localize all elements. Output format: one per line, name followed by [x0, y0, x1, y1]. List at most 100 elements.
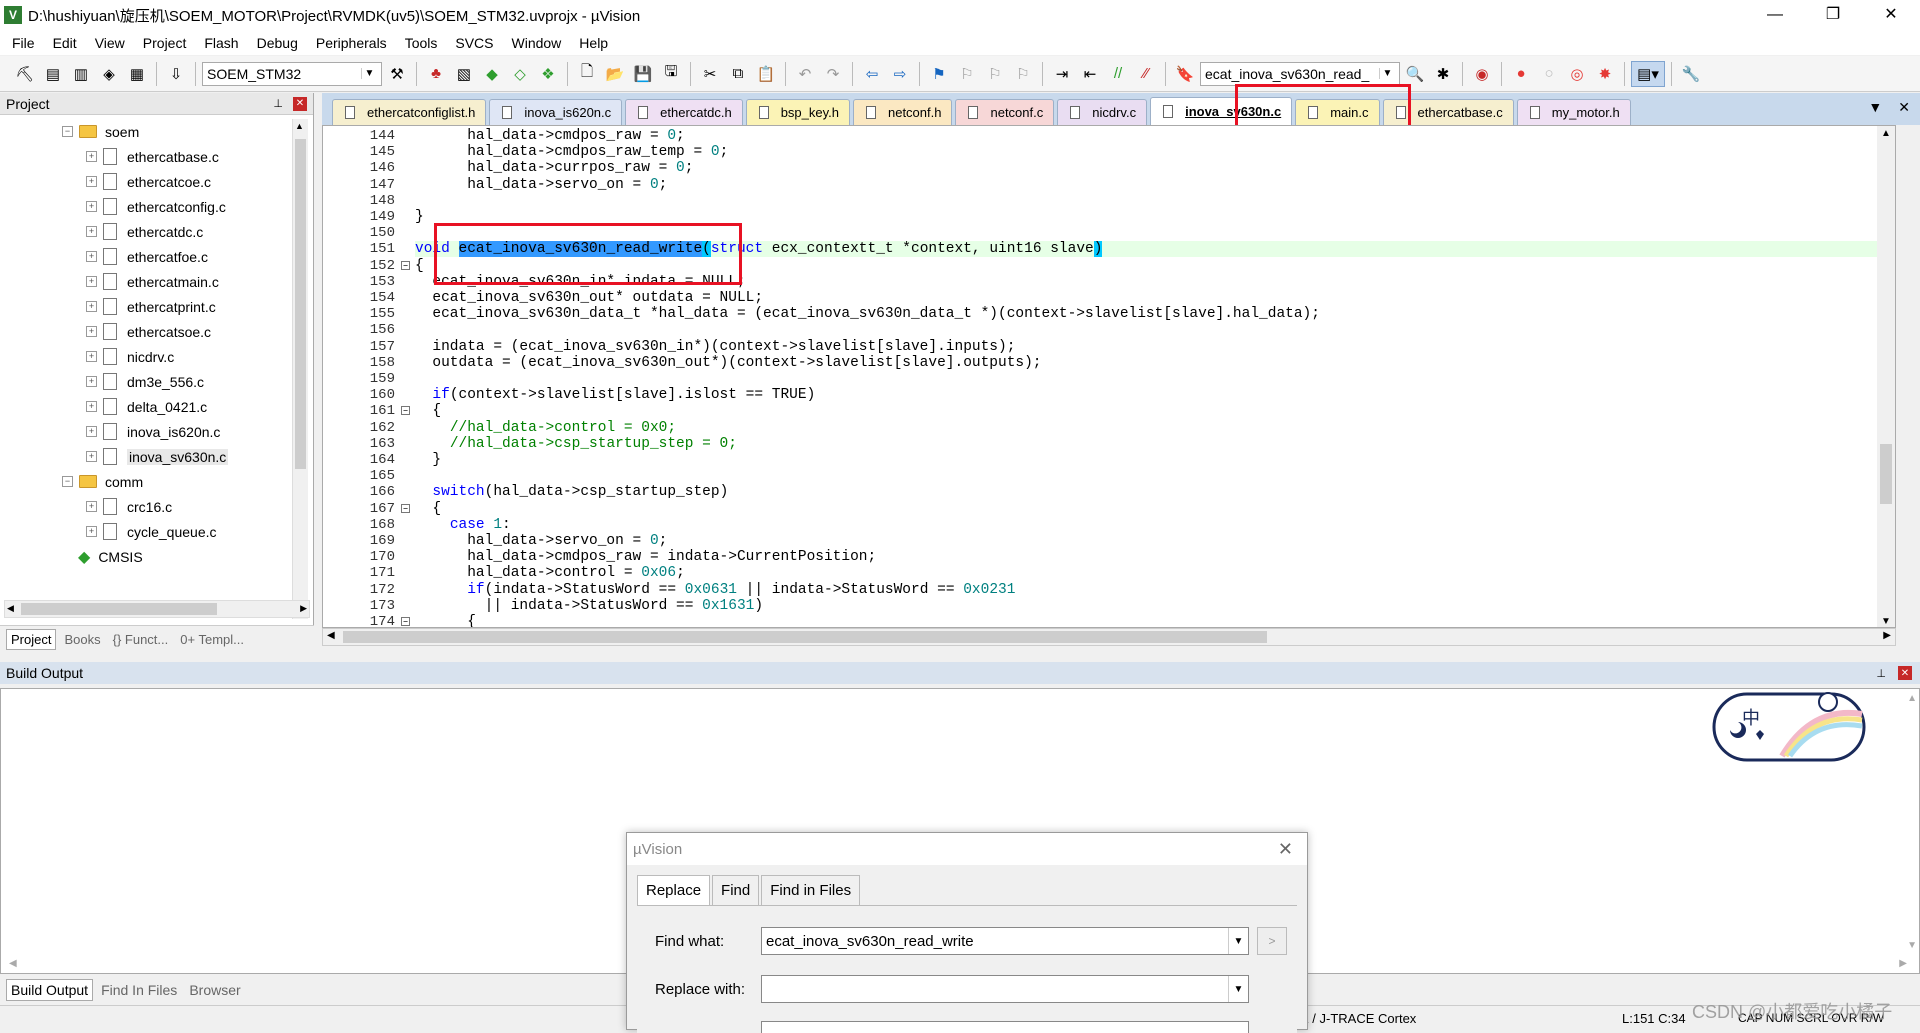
- panel-tab-1[interactable]: Books: [60, 630, 104, 649]
- menu-file[interactable]: File: [6, 35, 47, 51]
- clear-bookmarks-icon[interactable]: ⚐: [1010, 61, 1036, 87]
- stop-build-icon[interactable]: ▦: [124, 61, 150, 87]
- code-line[interactable]: {: [415, 258, 424, 274]
- tree-item-cmsis[interactable]: ◆ CMSIS: [0, 544, 290, 569]
- redo-icon[interactable]: ↷: [820, 61, 846, 87]
- copy-icon[interactable]: ⧉: [725, 61, 751, 87]
- collapse-icon[interactable]: −: [62, 476, 73, 487]
- close-icon[interactable]: ✕: [293, 96, 307, 111]
- tree-item-file[interactable]: + ethercatsoe.c: [0, 319, 290, 344]
- tree-item-file[interactable]: + ethercatconfig.c: [0, 194, 290, 219]
- editor-tab[interactable]: bsp_key.h: [745, 99, 850, 125]
- expand-icon[interactable]: +: [86, 276, 97, 287]
- tree-item-file[interactable]: + ethercatdc.c: [0, 219, 290, 244]
- menu-view[interactable]: View: [89, 35, 137, 51]
- tree-item-file[interactable]: + ethercatbase.c: [0, 144, 290, 169]
- tree-item-file[interactable]: + crc16.c: [0, 494, 290, 519]
- configure-icon[interactable]: 🔧: [1678, 61, 1704, 87]
- code-line[interactable]: //hal_data->csp_startup_step = 0;: [415, 436, 737, 452]
- code-line[interactable]: hal_data->cmdpos_raw_temp = 0;: [415, 144, 728, 160]
- tree-item-file[interactable]: + ethercatfoe.c: [0, 244, 290, 269]
- code-editor[interactable]: 144 145 146 147 148 149 150 151 152−153 154 155 156…: [322, 125, 1896, 628]
- code-line[interactable]: hal_data->control = 0x06;: [415, 565, 685, 581]
- code-line[interactable]: ecat_inova_sv630n_data_t *hal_data = (ec…: [415, 306, 1320, 322]
- tree-item-file[interactable]: + delta_0421.c: [0, 394, 290, 419]
- pin-icon[interactable]: ⊥: [273, 97, 283, 110]
- code-line[interactable]: {: [415, 501, 441, 517]
- cut-icon[interactable]: ✂: [697, 61, 723, 87]
- code-line[interactable]: outdata = (ecat_inova_sv630n_out*)(conte…: [415, 355, 1041, 371]
- dialog-tab-find-in-files[interactable]: Find in Files: [761, 875, 861, 905]
- menu-flash[interactable]: Flash: [198, 35, 250, 51]
- replace-with-field[interactable]: ▼: [761, 975, 1249, 1003]
- scroll-right-icon[interactable]: ▶: [1899, 958, 1907, 969]
- nav-forward-icon[interactable]: ⇨: [887, 61, 913, 87]
- code-line[interactable]: {: [415, 403, 441, 419]
- scroll-left-icon[interactable]: ◀: [9, 958, 17, 969]
- pack-installer-icon[interactable]: ◆: [479, 61, 505, 87]
- expand-icon[interactable]: +: [86, 526, 97, 537]
- next-bookmark-icon[interactable]: ⚐: [982, 61, 1008, 87]
- tree-item-file[interactable]: + ethercatprint.c: [0, 294, 290, 319]
- editor-tab[interactable]: netconf.h: [852, 99, 953, 125]
- uncomment-icon[interactable]: ⁄⁄: [1133, 61, 1159, 87]
- editor-vertical-scrollbar[interactable]: ▲ ▼: [1877, 126, 1895, 627]
- incremental-find-icon[interactable]: ✱: [1430, 61, 1456, 87]
- scroll-down-icon[interactable]: ▼: [1907, 940, 1917, 951]
- dialog-tab-find[interactable]: Find: [712, 875, 760, 905]
- editor-tab[interactable]: nicdrv.c: [1057, 99, 1148, 125]
- tree-item-folder[interactable]: − soem: [0, 119, 290, 144]
- editor-tab[interactable]: netconf.c: [955, 99, 1055, 125]
- manage-components-icon[interactable]: ♣: [423, 61, 449, 87]
- editor-tab[interactable]: ethercatdc.h: [625, 99, 743, 125]
- disable-all-breakpoints-icon[interactable]: ◎: [1564, 61, 1590, 87]
- fold-toggle-icon[interactable]: −: [401, 260, 410, 270]
- output-tab-find-in-files[interactable]: Find In Files: [97, 980, 181, 1000]
- nav-back-icon[interactable]: ⇦: [859, 61, 885, 87]
- target-select[interactable]: SOEM_STM32 ▼: [202, 61, 382, 86]
- output-tab-build-output[interactable]: Build Output: [6, 979, 94, 1001]
- code-line[interactable]: if(indata->StatusWord == 0x0631 || indat…: [415, 582, 1015, 598]
- tree-item-file[interactable]: + ethercatcoe.c: [0, 169, 290, 194]
- menu-peripherals[interactable]: Peripherals: [310, 35, 399, 51]
- expand-icon[interactable]: +: [86, 351, 97, 362]
- tree-item-file[interactable]: + nicdrv.c: [0, 344, 290, 369]
- ime-mascot-badge[interactable]: 中: [1712, 686, 1872, 766]
- runtime-env-icon[interactable]: ❖: [535, 61, 561, 87]
- find-what-field[interactable]: ecat_inova_sv630n_read_write ▼: [761, 927, 1249, 955]
- code-line[interactable]: switch(hal_data->csp_startup_step): [415, 484, 728, 500]
- tree-item-file[interactable]: + inova_sv630n.c: [0, 444, 290, 469]
- expand-icon[interactable]: +: [86, 251, 97, 262]
- fold-toggle-icon[interactable]: −: [401, 406, 410, 416]
- code-line[interactable]: }: [415, 452, 441, 468]
- bookmark-icon[interactable]: ⚑: [926, 61, 952, 87]
- panel-tab-0[interactable]: Project: [6, 629, 57, 650]
- output-tab-browser[interactable]: Browser: [185, 980, 244, 1000]
- editor-tab[interactable]: ethercatconfiglist.h: [332, 99, 487, 125]
- target-options-icon[interactable]: ⚒: [384, 61, 410, 87]
- comment-icon[interactable]: //: [1105, 61, 1131, 87]
- look-in-field[interactable]: [761, 1021, 1249, 1033]
- code-line[interactable]: indata = (ecat_inova_sv630n_in*)(context…: [415, 339, 1015, 355]
- panel-tab-3[interactable]: 0+ Templ...: [176, 630, 248, 649]
- close-button[interactable]: ✕: [1862, 0, 1920, 30]
- disable-breakpoint-icon[interactable]: ○: [1536, 61, 1562, 87]
- menu-edit[interactable]: Edit: [47, 35, 89, 51]
- tree-item-folder[interactable]: − comm: [0, 469, 290, 494]
- tree-item-file[interactable]: + inova_is620n.c: [0, 419, 290, 444]
- code-line[interactable]: hal_data->currpos_raw = 0;: [415, 160, 693, 176]
- chevron-down-icon[interactable]: ▼: [1228, 976, 1248, 1002]
- find-combo[interactable]: ecat_inova_sv630n_read_ ▼: [1200, 61, 1400, 86]
- kill-breakpoints-icon[interactable]: ✸: [1592, 61, 1618, 87]
- code-line[interactable]: if(context->slavelist[slave].islost == T…: [415, 387, 815, 403]
- collapse-icon[interactable]: −: [62, 126, 73, 137]
- expand-icon[interactable]: +: [86, 151, 97, 162]
- download-icon[interactable]: ⇩: [163, 61, 189, 87]
- fold-toggle-icon[interactable]: −: [401, 503, 410, 513]
- indent-icon[interactable]: ⇥: [1049, 61, 1075, 87]
- rebuild-icon[interactable]: ▥: [68, 61, 94, 87]
- fold-toggle-icon[interactable]: −: [401, 617, 410, 626]
- expand-icon[interactable]: +: [86, 501, 97, 512]
- close-tab-icon[interactable]: ✕: [1898, 99, 1910, 116]
- code-line[interactable]: //hal_data->control = 0x0;: [415, 420, 676, 436]
